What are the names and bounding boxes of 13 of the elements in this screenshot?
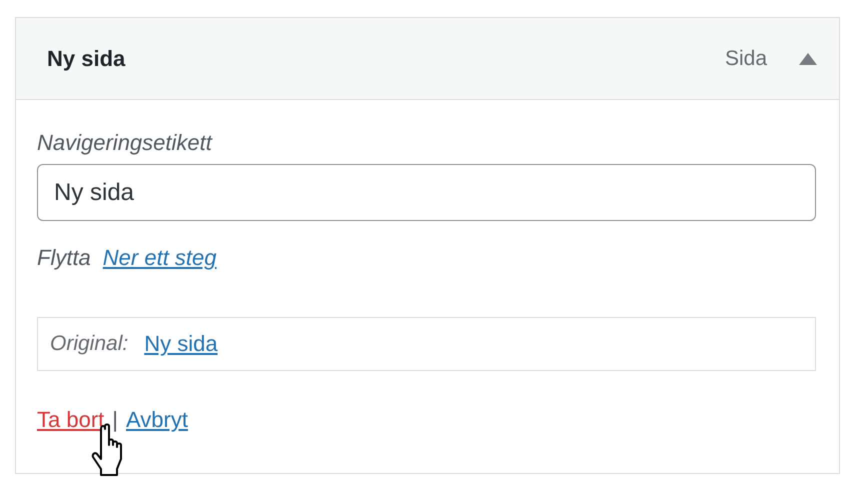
cancel-link[interactable]: Avbryt	[126, 407, 188, 433]
move-link[interactable]: Ner ett steg	[102, 245, 217, 271]
label-input-field[interactable]: Ny sida	[37, 164, 816, 221]
field-label: Navigeringsetikett	[37, 130, 214, 156]
collapse-arrow-icon[interactable]	[799, 52, 817, 64]
delete-link[interactable]: Ta bort	[37, 407, 104, 433]
panel-header[interactable]: Ny sida Sida	[16, 18, 839, 100]
item-type: Sida	[724, 46, 767, 70]
move-label: Flytta	[37, 245, 91, 271]
item-title: Ny sida	[47, 46, 126, 72]
separator: |	[112, 407, 118, 433]
original-link[interactable]: Ny sida	[144, 331, 218, 357]
original-label: Original:	[50, 332, 128, 356]
